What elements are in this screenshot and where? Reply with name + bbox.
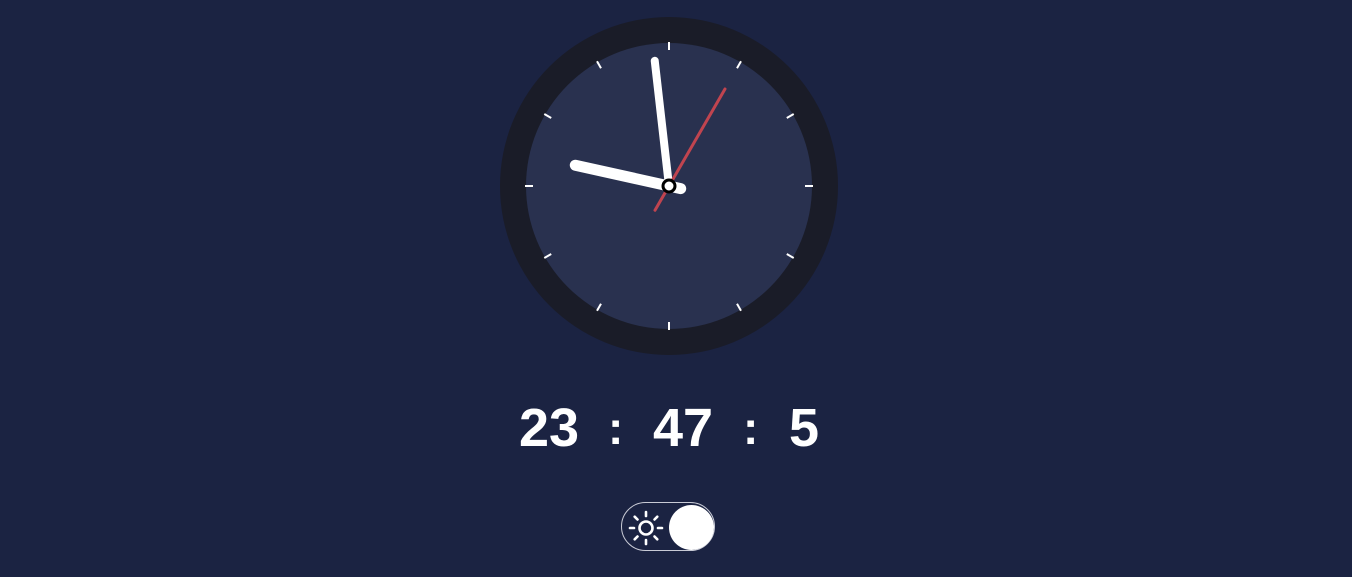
analog-clock [500, 17, 838, 355]
digital-separator: : [608, 402, 624, 454]
theme-toggle[interactable] [621, 502, 715, 551]
digital-seconds: 5 [789, 398, 820, 458]
digital-separator: : [743, 402, 759, 454]
digital-minutes: 47 [653, 398, 714, 458]
center-pin [661, 178, 677, 194]
clock-svg [500, 17, 838, 355]
toggle-knob[interactable] [669, 505, 714, 550]
sun-icon [628, 510, 664, 546]
digital-clock: 23 : 47 : 5 [0, 396, 1352, 460]
digital-hours: 23 [519, 398, 580, 458]
clock-app: 23 : 47 : 5 [0, 0, 1352, 577]
